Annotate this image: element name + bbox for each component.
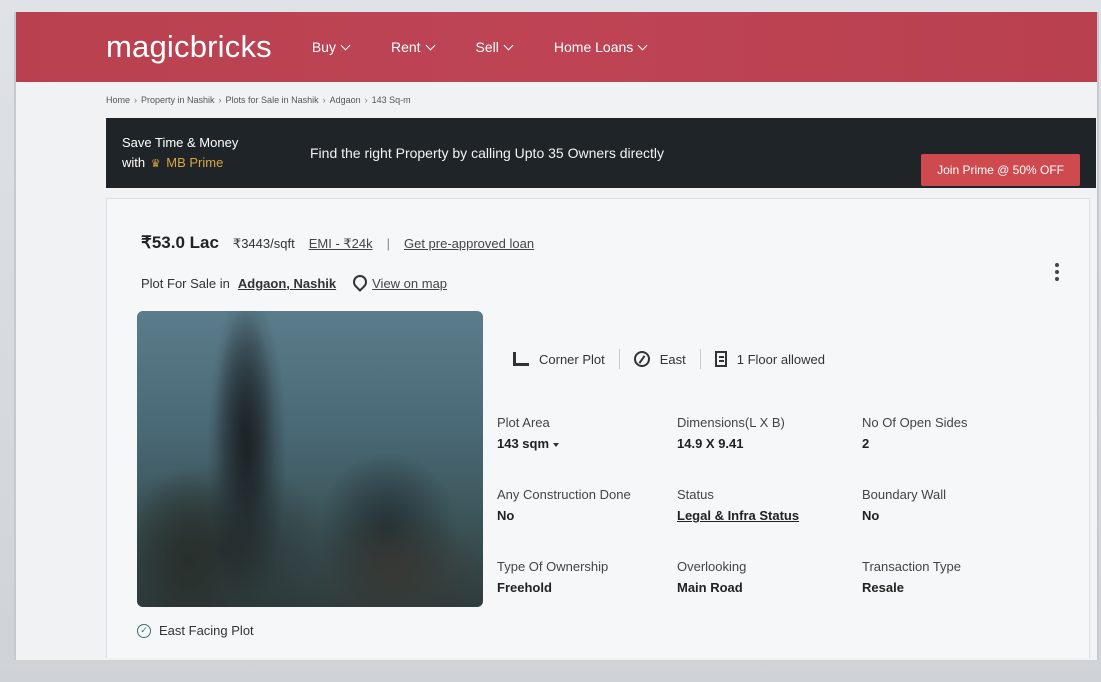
prime-banner: Save Time & Money with ♛ MB Prime Find t… — [106, 118, 1096, 188]
subtitle-prefix: Plot For Sale in — [141, 275, 230, 291]
divider: | — [386, 236, 390, 251]
prime-brand: MB Prime — [166, 154, 224, 170]
detail-label: No Of Open Sides — [862, 415, 968, 430]
detail-label: Overlooking — [677, 559, 747, 574]
nav-sell-label: Sell — [475, 39, 499, 55]
east-facing-note: ✓ East Facing Plot — [137, 623, 254, 638]
chevron-down-icon — [340, 40, 351, 50]
nav-home-loans-label: Home Loans — [553, 39, 634, 55]
dot — [1055, 277, 1059, 281]
feature-east: East — [659, 351, 686, 367]
join-prime-button[interactable]: Join Prime @ 50% OFF — [921, 154, 1080, 186]
breadcrumb-plots-for-sale[interactable]: Plots for Sale in Nashik — [226, 95, 319, 105]
breadcrumb-separator: › — [134, 95, 138, 105]
detail-label: Type Of Ownership — [497, 559, 609, 574]
compass-icon — [633, 351, 650, 367]
breadcrumb-adgaon[interactable]: Adgaon — [330, 95, 361, 105]
top-navigation: magicbricks Buy Rent Sell Home Loans — [16, 12, 1097, 82]
breadcrumb-separator: › — [322, 95, 326, 105]
detail-value: 2 — [862, 436, 870, 451]
feature-strip: Corner Plot East 1 Floor allowed — [513, 349, 825, 369]
breadcrumb-separator: › — [218, 95, 222, 105]
listing-subtitle: Plot For Sale in Adgaon, Nashik View on … — [141, 275, 447, 291]
dot — [1055, 270, 1059, 274]
detail-boundary-wall: Boundary Wall No — [862, 487, 997, 523]
caret-down-icon — [553, 442, 560, 447]
price-per-sqft: ₹3443/sqft — [232, 236, 295, 251]
breadcrumb-current: 143 Sq-m — [371, 95, 411, 105]
detail-label: Boundary Wall — [862, 487, 947, 502]
nav-rent-label: Rent — [390, 39, 421, 55]
chevron-down-icon — [637, 40, 648, 50]
feature-corner-plot: Corner Plot — [539, 351, 605, 367]
detail-ownership: Type Of Ownership Freehold — [497, 559, 677, 595]
details-grid: Plot Area 143 sqm Dimensions(L X B) 14.9… — [497, 415, 997, 595]
plot-area-value: 143 sqm — [497, 436, 550, 451]
detail-value: Main Road — [677, 580, 743, 595]
corner-plot-icon — [513, 352, 529, 366]
price-row: ₹53.0 Lac ₹3443/sqft EMI - ₹24k | Get pr… — [141, 233, 534, 253]
location-link[interactable]: Adgaon, Nashik — [238, 276, 336, 291]
detail-label: Status — [677, 487, 714, 502]
breadcrumb-home[interactable]: Home — [106, 95, 130, 105]
check-circle-icon: ✓ — [137, 623, 151, 638]
pre-approved-loan-link[interactable]: Get pre-approved loan — [404, 236, 534, 251]
prime-line-1: Save Time & Money — [122, 134, 239, 150]
detail-transaction-type: Transaction Type Resale — [862, 559, 997, 595]
view-on-map-link[interactable]: View on map — [372, 276, 447, 291]
chevron-down-icon — [425, 40, 435, 50]
dot — [1055, 263, 1059, 267]
nav-sell[interactable]: Sell — [475, 39, 514, 55]
feature-separator — [699, 349, 701, 369]
nav-buy-label: Buy — [311, 39, 336, 55]
detail-overlooking: Overlooking Main Road — [677, 559, 862, 595]
nav-rent[interactable]: Rent — [390, 39, 435, 55]
feature-floor-allowed: 1 Floor allowed — [736, 351, 825, 367]
nav-buy[interactable]: Buy — [311, 39, 351, 55]
listing-card: ₹53.0 Lac ₹3443/sqft EMI - ₹24k | Get pr… — [106, 198, 1090, 658]
detail-plot-area: Plot Area 143 sqm — [497, 415, 677, 451]
crown-icon: ♛ — [150, 157, 161, 170]
detail-label: Plot Area — [497, 415, 550, 430]
detail-label: Dimensions(L X B) — [677, 415, 785, 430]
prime-line-2: with ♛ MB Prime — [122, 153, 310, 174]
feature-separator — [618, 349, 620, 369]
detail-construction: Any Construction Done No — [497, 487, 677, 523]
breadcrumb: Home › Property in Nashik › Plots for Sa… — [16, 82, 1097, 118]
prime-promo-text: Save Time & Money with ♛ MB Prime — [122, 133, 310, 174]
site-logo[interactable]: magicbricks — [106, 29, 272, 65]
detail-value: 14.9 X 9.41 — [677, 436, 744, 451]
screen: magicbricks Buy Rent Sell Home Loans Hom… — [0, 0, 1101, 682]
detail-value: Resale — [862, 580, 904, 595]
property-photo[interactable] — [137, 311, 483, 607]
detail-dimensions: Dimensions(L X B) 14.9 X 9.41 — [677, 415, 862, 451]
prime-message: Find the right Property by calling Upto … — [310, 145, 665, 161]
browser-viewport: magicbricks Buy Rent Sell Home Loans Hom… — [14, 12, 1099, 660]
breadcrumb-separator: › — [364, 95, 368, 105]
chevron-down-icon — [503, 40, 514, 50]
detail-value: No — [497, 508, 515, 523]
prime-line-2-prefix: with — [122, 154, 146, 170]
detail-status: Status Legal & Infra Status — [677, 487, 862, 523]
detail-open-sides: No Of Open Sides 2 — [862, 415, 997, 451]
legal-infra-status-link[interactable]: Legal & Infra Status — [677, 508, 862, 523]
more-options-icon[interactable] — [1055, 263, 1059, 281]
map-pin-icon — [352, 275, 364, 291]
nav-home-loans[interactable]: Home Loans — [553, 39, 648, 55]
facing-note-text: East Facing Plot — [159, 623, 254, 638]
plot-area-dropdown[interactable]: 143 sqm — [497, 436, 677, 451]
photo-shade — [137, 311, 483, 607]
detail-label: Transaction Type — [862, 559, 961, 574]
detail-label: Any Construction Done — [497, 487, 631, 502]
price: ₹53.0 Lac — [141, 233, 219, 252]
detail-value: No — [862, 508, 880, 523]
breadcrumb-property-in-nashik[interactable]: Property in Nashik — [141, 95, 215, 105]
floor-icon — [714, 351, 727, 367]
detail-value: Freehold — [497, 580, 552, 595]
emi-link[interactable]: EMI - ₹24k — [309, 236, 373, 252]
